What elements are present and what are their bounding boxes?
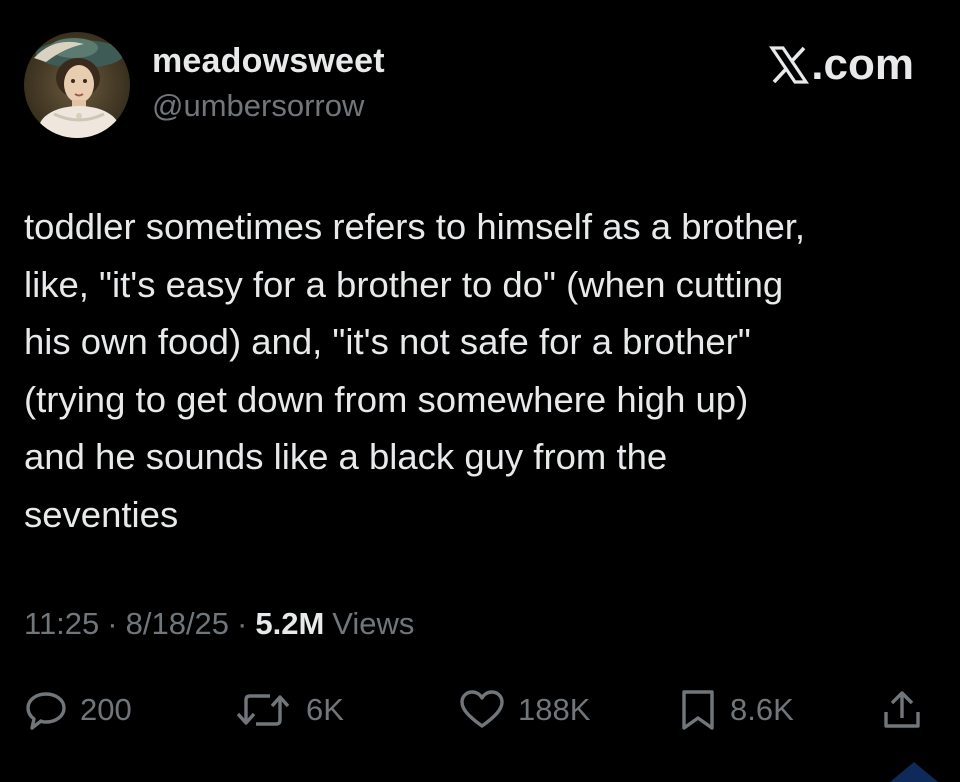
views-label: Views (332, 606, 415, 641)
like-count: 188K (518, 692, 591, 727)
bookmark-count: 8.6K (730, 692, 794, 727)
reply-count: 200 (80, 692, 132, 727)
brand-label: .com (811, 40, 914, 89)
display-name[interactable]: meadowsweet (152, 42, 385, 81)
tweet-date[interactable]: 8/18/25 (126, 606, 229, 642)
brand-watermark: .com (769, 40, 914, 90)
corner-indicator (890, 762, 938, 782)
views-count: 5.2M (255, 606, 325, 641)
bookmark-icon (682, 690, 714, 730)
tweet-card: meadowsweet @umbersorrow .com toddler so… (0, 0, 960, 782)
portrait-avatar-icon[interactable] (24, 32, 130, 138)
tweet-meta: 11:25 · 8/18/25 · 5.2M Views (24, 606, 414, 642)
meta-separator: · (107, 606, 118, 641)
reply-button[interactable]: 200 (24, 680, 132, 740)
meta-separator: · (237, 606, 248, 641)
user-handle[interactable]: @umbersorrow (152, 88, 364, 124)
repost-button[interactable]: 6K (234, 680, 344, 740)
action-bar: 200 6K 188K 8.6K (0, 680, 960, 740)
bookmark-button[interactable]: 8.6K (678, 680, 794, 740)
x-logo-icon (769, 45, 810, 85)
reply-icon (26, 692, 66, 730)
repost-icon (236, 694, 290, 726)
share-icon (884, 691, 920, 728)
share-button[interactable] (880, 680, 924, 740)
tweet-text: toddler sometimes refers to himself as a… (24, 206, 806, 535)
heart-icon (460, 690, 504, 728)
tweet-time[interactable]: 11:25 (24, 606, 99, 642)
repost-count: 6K (306, 692, 344, 727)
like-button[interactable]: 188K (458, 680, 590, 740)
